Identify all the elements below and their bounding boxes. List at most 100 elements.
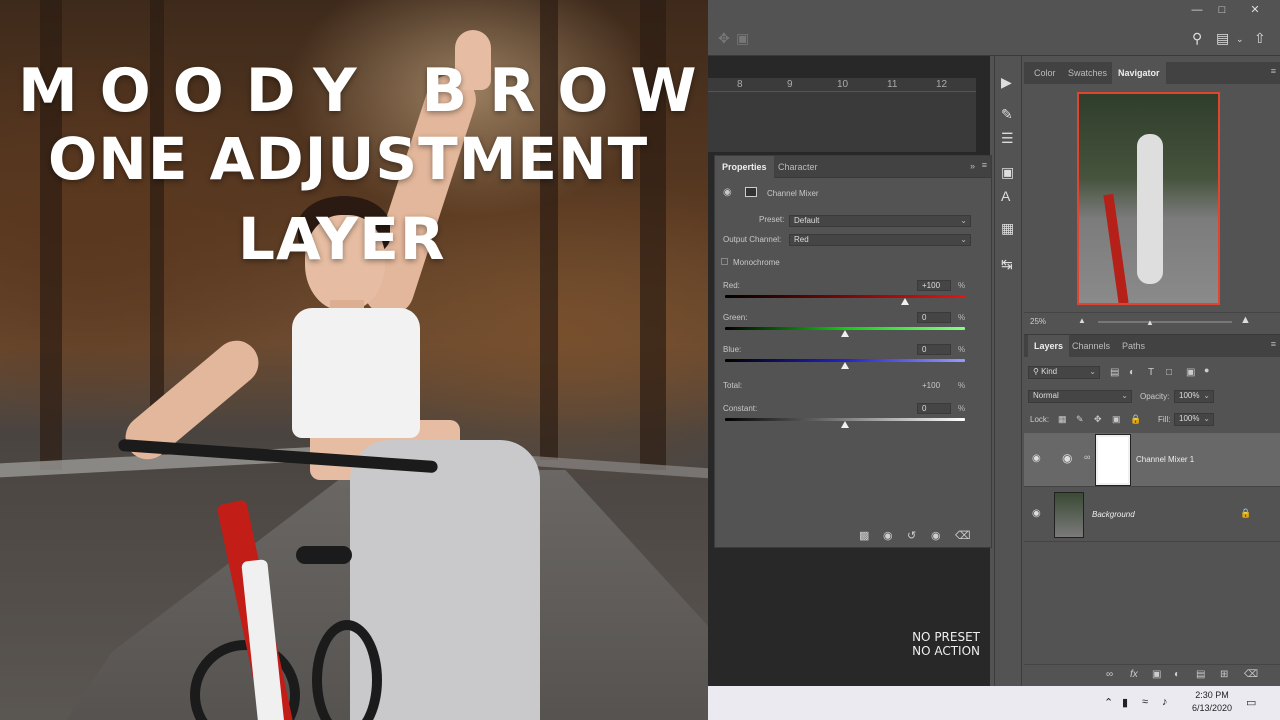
lock-icon[interactable]: 🔒 [1240, 508, 1251, 519]
history-icon[interactable]: ↹ [1001, 256, 1013, 273]
notification-icon[interactable]: ▭ [1246, 696, 1256, 709]
trash-icon[interactable]: ⌫ [1244, 669, 1258, 680]
visibility-eye-icon[interactable]: ◉ [931, 529, 941, 542]
blend-mode-select[interactable]: Normal ⌄ [1028, 390, 1132, 403]
volume-icon[interactable]: ♪ [1162, 696, 1168, 708]
ruler-tick: 10 [837, 79, 849, 90]
lock-all-icon[interactable]: 🔒 [1130, 414, 1141, 425]
smart-object-filter-icon[interactable]: ▣ [1186, 367, 1195, 378]
blue-value-input[interactable]: 0 [917, 344, 951, 355]
navigator-preview[interactable] [1077, 92, 1220, 305]
fx-icon[interactable]: fx [1130, 669, 1138, 680]
chevron-down-icon: ⌄ [1121, 391, 1128, 400]
filter-toggle-icon[interactable]: ● [1204, 365, 1209, 375]
panel-menu-icon[interactable]: ≡ [982, 160, 987, 170]
lock-artboard-icon[interactable]: ▣ [1112, 414, 1121, 425]
layer-row-channel-mixer[interactable]: ◉ ◉ ∞ Channel Mixer 1 [1024, 433, 1280, 487]
preset-select[interactable]: Default ⌄ [789, 215, 971, 227]
wifi-icon[interactable]: ≈ [1142, 696, 1148, 708]
character-icon[interactable]: A [1001, 188, 1010, 204]
green-value-input[interactable]: 0 [917, 312, 951, 323]
layer-name[interactable]: Channel Mixer 1 [1136, 455, 1194, 464]
chevron-down-icon[interactable]: ⌄ [1236, 34, 1244, 45]
minimize-icon[interactable]: — [1188, 2, 1206, 18]
fill-input[interactable]: 100% ⌄ [1174, 413, 1214, 426]
panel-menu-icon[interactable]: ≡ [1271, 339, 1276, 349]
pixel-filter-icon[interactable]: ▤ [1110, 367, 1119, 378]
canvas[interactable] [708, 92, 976, 152]
zoom-slider-thumb[interactable]: ▲ [1146, 318, 1154, 327]
constant-slider-thumb[interactable] [841, 421, 849, 428]
layer-mask-thumbnail[interactable] [1095, 434, 1131, 486]
shape-filter-icon[interactable]: □ [1166, 367, 1172, 378]
workspace-icon[interactable]: ▤ [1216, 30, 1229, 47]
lock-pixels-icon[interactable]: ✎ [1076, 414, 1084, 425]
new-layer-icon[interactable]: ⊞ [1220, 669, 1228, 680]
sliders-icon[interactable]: ☰ [1001, 130, 1014, 147]
tab-channels[interactable]: Channels [1066, 335, 1116, 357]
zoom-slider[interactable] [1098, 321, 1232, 323]
video-icon[interactable]: ▣ [736, 30, 749, 47]
clip-to-layer-icon[interactable]: ▩ [859, 529, 869, 542]
layer-name[interactable]: Background [1092, 510, 1135, 519]
constant-value-input[interactable]: 0 [917, 403, 951, 414]
monochrome-label: Monochrome [733, 258, 780, 267]
output-channel-select[interactable]: Red ⌄ [789, 234, 971, 246]
search-icon[interactable]: ⚲ [1192, 30, 1202, 47]
zoom-in-icon[interactable]: ▲ [1240, 314, 1251, 326]
type-filter-icon[interactable]: T [1148, 367, 1154, 378]
reset-icon[interactable]: ↺ [907, 529, 916, 542]
green-slider-thumb[interactable] [841, 330, 849, 337]
title-line-2: ONE ADJUSTMENT [48, 125, 649, 193]
layer-comps-icon[interactable]: ▦ [1001, 220, 1014, 237]
trash-icon[interactable]: ⌫ [955, 529, 971, 542]
visibility-eye-icon[interactable]: ◉ [1032, 508, 1041, 519]
opacity-input[interactable]: 100% ⌄ [1174, 390, 1214, 403]
layer-row-background[interactable]: ◉ Background 🔒 [1024, 488, 1280, 542]
lock-position-icon[interactable]: ✥ [1094, 414, 1102, 425]
brush-icon[interactable]: ✎ [1001, 106, 1013, 123]
view-previous-icon[interactable]: ◉ [883, 529, 893, 542]
monochrome-checkbox[interactable] [721, 258, 728, 265]
panel-menu-icon[interactable]: ≡ [1271, 66, 1276, 76]
chevron-up-icon[interactable]: ⌃ [1104, 696, 1113, 709]
tab-paths[interactable]: Paths [1116, 335, 1151, 357]
red-slider-track[interactable] [725, 295, 965, 298]
play-icon[interactable]: ▶ [1001, 74, 1012, 91]
battery-icon[interactable]: ▮ [1122, 696, 1128, 709]
share-icon[interactable]: ⇧ [1254, 30, 1266, 47]
red-value-input[interactable]: +100 [917, 280, 951, 291]
blue-slider-thumb[interactable] [841, 362, 849, 369]
tab-properties[interactable]: Properties [715, 156, 774, 178]
chevron-down-icon: ⌄ [1203, 414, 1210, 423]
properties-icon[interactable]: ▣ [1001, 164, 1014, 181]
tab-character[interactable]: Character [771, 156, 825, 178]
tab-layers[interactable]: Layers [1028, 335, 1070, 357]
collapse-icon[interactable]: » [970, 161, 975, 171]
lock-transparency-icon[interactable]: ▦ [1058, 414, 1067, 425]
new-adjustment-icon[interactable]: ◐ [1174, 669, 1180, 680]
move-tool-icon[interactable]: ✥ [718, 30, 730, 47]
chevron-down-icon: ⌄ [1089, 367, 1096, 376]
link-icon[interactable]: ∞ [1084, 452, 1090, 462]
tab-swatches[interactable]: Swatches [1062, 62, 1113, 84]
new-group-icon[interactable]: ▤ [1196, 669, 1205, 680]
clock-time: 2:30 PM [1195, 690, 1229, 700]
adjustment-filter-icon[interactable]: ◐ [1129, 367, 1135, 378]
tab-color[interactable]: Color [1028, 62, 1062, 84]
add-mask-icon[interactable]: ▣ [1152, 669, 1161, 680]
zoom-value[interactable]: 25% [1030, 317, 1046, 326]
tab-navigator[interactable]: Navigator [1112, 62, 1166, 84]
layer-filter-select[interactable]: ⚲ Kind ⌄ [1028, 366, 1100, 379]
ruler-tick: 11 [887, 79, 898, 90]
layer-thumbnail[interactable] [1054, 492, 1084, 538]
red-slider-thumb[interactable] [901, 298, 909, 305]
link-layers-icon[interactable]: ∞ [1106, 669, 1113, 680]
clock-date: 6/13/2020 [1191, 703, 1233, 713]
zoom-out-icon[interactable]: ▲ [1078, 316, 1086, 325]
visibility-eye-icon[interactable]: ◉ [1032, 453, 1041, 464]
close-icon[interactable]: ✕ [1246, 2, 1264, 18]
clock[interactable]: 2:30 PM 6/13/2020 [1182, 689, 1242, 715]
adjustment-icon: ◉ [723, 187, 732, 198]
maximize-icon[interactable]: □ [1213, 2, 1231, 18]
